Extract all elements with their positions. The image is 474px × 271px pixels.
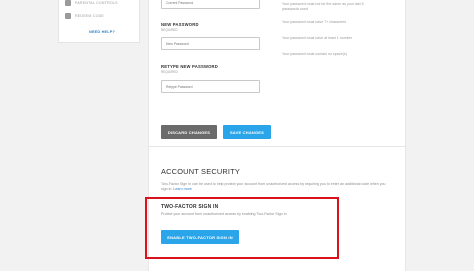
learn-more-link[interactable]: Learn more xyxy=(173,187,191,191)
password-hint: Your password must contain no space(s) xyxy=(282,52,347,56)
retype-password-input[interactable] xyxy=(161,80,260,93)
ticket-icon xyxy=(65,13,71,19)
new-password-required: REQUIRED xyxy=(161,28,178,32)
two-factor-description: Protect your account from unauthorized a… xyxy=(161,212,287,216)
password-hint: Your password must not be the same as yo… xyxy=(282,2,364,6)
discard-changes-button[interactable]: DISCARD CHANGES xyxy=(161,125,217,139)
sidebar-item-redeem-code[interactable]: REDEEM CODE xyxy=(65,13,104,19)
account-security-description: Two-Factor Sign In can be used to help p… xyxy=(161,182,393,192)
new-password-input[interactable] xyxy=(161,37,260,50)
sidebar-item-parental-controls[interactable]: PARENTAL CONTROLS xyxy=(65,0,118,6)
section-divider xyxy=(148,146,406,147)
account-security-title: ACCOUNT SECURITY xyxy=(161,167,241,176)
shield-icon xyxy=(65,0,71,6)
sidebar-item-label: PARENTAL CONTROLS xyxy=(75,1,118,5)
password-hint: Your password must have 7+ characters xyxy=(282,20,347,24)
retype-password-label: RETYPE NEW PASSWORD xyxy=(161,64,219,69)
current-password-input[interactable] xyxy=(161,0,260,9)
need-help-link[interactable]: NEED HELP? xyxy=(89,30,115,34)
sidebar-item-label: REDEEM CODE xyxy=(75,14,104,18)
account-sidebar: PARENTAL CONTROLS REDEEM CODE xyxy=(58,0,140,43)
password-hint: Your password must have at least 1 numbe… xyxy=(282,36,352,40)
description-text: Two-Factor Sign In can be used to help p… xyxy=(161,182,386,191)
save-changes-button[interactable]: SAVE CHANGES xyxy=(223,125,271,139)
retype-password-required: REQUIRED xyxy=(161,70,178,74)
two-factor-title: TWO-FACTOR SIGN IN xyxy=(161,204,219,210)
enable-two-factor-button[interactable]: ENABLE TWO-FACTOR SIGN IN xyxy=(161,230,239,244)
new-password-label: NEW PASSWORD xyxy=(161,22,199,27)
password-hint: passwords used xyxy=(282,7,308,11)
